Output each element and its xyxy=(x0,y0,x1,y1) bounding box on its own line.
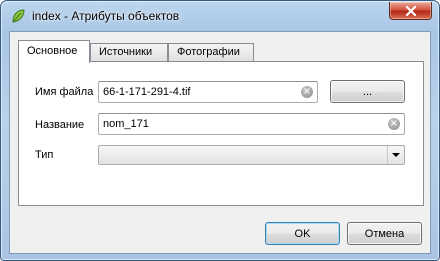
browse-button[interactable]: ... xyxy=(330,80,405,103)
title-bar[interactable]: index - Атрибуты объектов xyxy=(1,1,439,31)
tab-panel-general: Имя файла 66-1-171-291-4.tif × ... Назва… xyxy=(18,61,424,206)
clear-field-icon[interactable]: × xyxy=(388,118,400,130)
filename-field[interactable]: 66-1-171-291-4.tif × xyxy=(98,81,318,103)
tab-label: Фотографии xyxy=(177,46,240,58)
type-select[interactable] xyxy=(98,145,405,165)
filename-label: Имя файла xyxy=(35,86,94,98)
tab-label: Основное xyxy=(27,45,78,57)
close-icon xyxy=(405,5,416,16)
close-button[interactable] xyxy=(389,2,432,20)
cancel-button-label: Отмена xyxy=(364,227,405,240)
tab-sources[interactable]: Источники xyxy=(90,43,168,62)
dialog-window: index - Атрибуты объектов Основное Источ… xyxy=(0,0,440,261)
filename-value: 66-1-171-291-4.tif xyxy=(103,86,191,98)
name-label: Название xyxy=(35,119,85,131)
chevron-down-icon xyxy=(392,153,400,157)
ok-button-label: OK xyxy=(294,227,311,240)
clear-field-icon[interactable]: × xyxy=(301,86,313,98)
name-value: nom_171 xyxy=(103,118,149,130)
window-title: index - Атрибуты объектов xyxy=(32,9,180,23)
browse-button-label: ... xyxy=(362,85,373,98)
tab-photos[interactable]: Фотографии xyxy=(168,43,254,62)
dropdown-button[interactable] xyxy=(387,146,404,164)
cancel-button[interactable]: Отмена xyxy=(347,222,422,245)
tab-general[interactable]: Основное xyxy=(18,40,90,63)
type-label: Тип xyxy=(35,149,54,161)
dialog-body: Основное Источники Фотографии Имя файла … xyxy=(9,31,431,254)
ok-button[interactable]: OK xyxy=(265,222,340,245)
name-field[interactable]: nom_171 × xyxy=(98,113,405,135)
tab-label: Источники xyxy=(99,46,153,58)
qgis-leaf-icon xyxy=(12,9,25,23)
